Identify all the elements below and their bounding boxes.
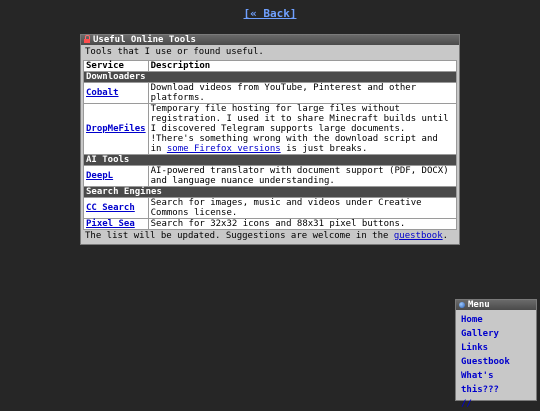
section-ai: AI Tools: [83, 154, 457, 166]
menu-item-guestbook[interactable]: Guestbook: [461, 355, 536, 369]
tools-table: Service Description Downloaders Cobalt D…: [83, 60, 458, 230]
table-row: DropMeFiles Temporary file hosting for l…: [83, 103, 458, 155]
link-cobalt[interactable]: Cobalt: [86, 88, 119, 98]
guestbook-link[interactable]: guestbook: [394, 231, 443, 241]
menu-item-slashes[interactable]: //: [461, 397, 536, 411]
link-pixelsea[interactable]: Pixel Sea: [86, 219, 135, 229]
link-firefox-versions[interactable]: some Firefox versions: [167, 144, 281, 154]
menu-titlebar: Menu: [456, 300, 536, 310]
warn-text-end: is just breaks.: [280, 144, 368, 154]
table-row: CC Search Search for images, music and v…: [83, 197, 458, 219]
back-link-wrapper: [« Back]: [0, 7, 540, 20]
menu-item-home[interactable]: Home: [461, 313, 536, 327]
panel-footer: The list will be updated. Suggestions ar…: [81, 230, 459, 244]
desc-ccsearch: Search for images, music and videos unde…: [147, 197, 458, 219]
panel-titlebar: Useful Online Tools: [81, 35, 459, 45]
desc-pixelsea: Search for 32x32 icons and 88x31 pixel b…: [147, 218, 458, 230]
tools-panel: Useful Online Tools Tools that I use or …: [80, 34, 460, 245]
panel-intro: Tools that I use or found useful.: [85, 47, 264, 57]
menu-item-whats-this[interactable]: What's this???: [461, 369, 536, 397]
col-description: Description: [147, 60, 458, 72]
footer-text: The list will be updated. Suggestions ar…: [85, 231, 394, 241]
table-row: DeepL AI-powered translator with documen…: [83, 165, 458, 187]
back-link[interactable]: [« Back]: [244, 7, 297, 20]
menu-title: Menu: [468, 300, 490, 310]
link-deepl[interactable]: DeepL: [86, 171, 113, 181]
globe-icon: [459, 302, 465, 308]
table-row: Cobalt Download videos from YouTube, Pin…: [83, 82, 458, 104]
link-ccsearch[interactable]: CC Search: [86, 203, 135, 213]
panel-title: Useful Online Tools: [93, 35, 196, 45]
section-downloaders: Downloaders: [83, 71, 457, 83]
section-row: Search Engines: [83, 186, 457, 198]
section-row: Downloaders: [83, 71, 457, 83]
section-search: Search Engines: [83, 186, 457, 198]
table-row: Pixel Sea Search for 32x32 icons and 88x…: [83, 218, 458, 230]
lock-icon: [84, 35, 90, 43]
desc-deepl: AI-powered translator with document supp…: [147, 165, 458, 187]
link-dropmefiles[interactable]: DropMeFiles: [86, 124, 146, 134]
desc-dropmefiles-text: Temporary file hosting for large files w…: [150, 104, 449, 134]
menu-panel: Menu Home Gallery Links Guestbook What's…: [455, 299, 537, 409]
section-row: AI Tools: [83, 154, 457, 166]
menu-list: Home Gallery Links Guestbook What's this…: [456, 310, 536, 411]
menu-item-gallery[interactable]: Gallery: [461, 327, 536, 341]
table-header-row: Service Description: [83, 60, 458, 72]
menu-item-links[interactable]: Links: [461, 341, 536, 355]
col-service: Service: [83, 60, 149, 72]
desc-cobalt: Download videos from YouTube, Pinterest …: [147, 82, 458, 104]
desc-dropmefiles: Temporary file hosting for large files w…: [147, 103, 458, 155]
footer-text-end: .: [442, 231, 449, 241]
